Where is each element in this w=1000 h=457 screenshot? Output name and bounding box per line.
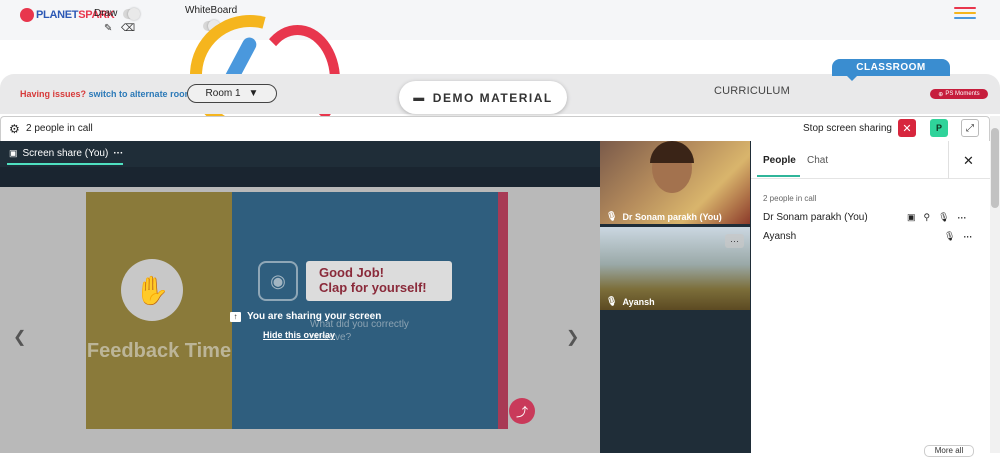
- pencil-icon[interactable]: ✎: [104, 23, 112, 34]
- screen-share-strip: [0, 167, 600, 187]
- microphone-icon: 🎙: [606, 211, 618, 221]
- chevron-right-icon[interactable]: ❯: [566, 327, 579, 347]
- microphone-icon[interactable]: 🎙: [938, 212, 949, 223]
- video-name-self-label: Dr Sonam parakh (You): [622, 211, 722, 222]
- screen-share-tab-label: Screen share (You): [22, 148, 109, 159]
- slide-goodjob-box: Good Job! Clap for yourself!: [306, 261, 452, 301]
- more-options-icon[interactable]: ···: [958, 213, 967, 223]
- having-issues-label: Having issues?: [20, 89, 87, 99]
- host-icon: ⚲: [923, 212, 931, 222]
- plus-circle-icon: ⊕: [938, 91, 944, 98]
- more-all-button[interactable]: More all: [924, 445, 974, 457]
- video-name-ayansh: 🎙 Ayansh: [606, 296, 655, 307]
- alternate-room-link[interactable]: switch to alternate room: [89, 89, 193, 99]
- stop-screen-sharing-label[interactable]: Stop screen sharing: [803, 123, 892, 134]
- participant-ayansh-actions: 🎙 ···: [944, 231, 972, 242]
- demo-material-button[interactable]: ▬ DEMO MATERIAL: [399, 81, 567, 114]
- draw-toggle[interactable]: [123, 8, 140, 20]
- panel-divider: [751, 178, 990, 179]
- participant-row-ayansh: Ayansh: [763, 231, 797, 242]
- people-count: 2 people in call: [26, 123, 93, 134]
- classroom-tab[interactable]: CLASSROOM: [832, 59, 950, 76]
- stop-sharing-button[interactable]: ✕: [898, 119, 916, 137]
- in-call-count: 2 people in call: [763, 194, 817, 203]
- top-bar: [0, 0, 1000, 40]
- fullscreen-icon[interactable]: ⤢: [961, 119, 979, 137]
- chevron-left-icon[interactable]: ❮: [13, 327, 26, 347]
- close-icon[interactable]: ✕: [963, 153, 974, 169]
- more-options-icon[interactable]: ···: [963, 232, 972, 242]
- share-screen-icon: ↑: [230, 311, 241, 322]
- video-name-self: 🎙 Dr Sonam parakh (You): [606, 211, 722, 222]
- screen-share-tab[interactable]: ▣ Screen share (You) ···: [9, 148, 123, 159]
- slide-feedback-title: Feedback Time: [86, 340, 232, 362]
- demo-material-label: DEMO MATERIAL: [432, 90, 553, 105]
- screen-share-menu-icon[interactable]: ···: [113, 148, 123, 159]
- video-name-ayansh-label: Ayansh: [622, 296, 655, 307]
- slide-goodjob-line-2: Clap for yourself!: [319, 280, 427, 295]
- curriculum-tab[interactable]: CURRICULUM: [714, 85, 790, 97]
- whiteboard-label: WhiteBoard: [185, 5, 238, 16]
- eraser-icon[interactable]: ⌫: [121, 23, 135, 34]
- robot-icon: ◉: [258, 261, 298, 301]
- sharing-screen-message: ↑ You are sharing your screen: [230, 311, 381, 322]
- slide-edge-strip: [498, 192, 508, 429]
- people-panel: [751, 141, 990, 453]
- monitor-icon: ▣: [9, 148, 18, 158]
- screen-share-indicator-icon: ▣: [907, 212, 916, 222]
- room-select-value: Room 1: [205, 88, 241, 99]
- classroom-tab-pointer: [847, 76, 857, 81]
- ps-moments-label: PS Moments: [945, 91, 980, 97]
- avatar[interactable]: P: [930, 119, 948, 137]
- logo-text-planet: PLANET: [36, 9, 79, 21]
- gear-icon[interactable]: ⚙: [9, 122, 20, 136]
- tab-people[interactable]: People: [763, 155, 796, 166]
- folder-icon: ▬: [413, 91, 426, 104]
- microphone-icon[interactable]: 🎙: [944, 231, 955, 242]
- room-select[interactable]: Room 1 ▼: [187, 84, 277, 103]
- share-icon[interactable]: ⤴: [509, 398, 535, 424]
- tab-people-underline: [757, 175, 800, 177]
- panel-close-divider: [948, 141, 949, 179]
- draw-label: Draw: [94, 8, 118, 19]
- tab-chat[interactable]: Chat: [807, 155, 828, 166]
- scrollbar-thumb[interactable]: [991, 128, 999, 208]
- sharing-screen-label: You are sharing your screen: [247, 311, 382, 322]
- clap-hands-icon: ✋: [121, 259, 183, 321]
- slide-goodjob-line-1: Good Job!: [319, 265, 384, 280]
- screen-share-tab-underline: [7, 163, 123, 165]
- hide-overlay-link[interactable]: Hide this overlay: [263, 330, 335, 340]
- logo-badge-icon: [20, 8, 34, 22]
- hamburger-menu-icon[interactable]: [954, 7, 976, 19]
- having-issues-text: Having issues? switch to alternate room: [20, 89, 193, 99]
- ps-moments-button[interactable]: ⊕ PS Moments: [930, 89, 988, 99]
- dropdown-arrow-icon: ▼: [248, 88, 259, 99]
- video-more-button[interactable]: ···: [725, 234, 744, 248]
- participant-row-self: Dr Sonam parakh (You): [763, 212, 868, 223]
- participant-self-actions: ▣ ⚲ 🎙 ···: [907, 212, 967, 223]
- microphone-icon: 🎙: [606, 296, 618, 306]
